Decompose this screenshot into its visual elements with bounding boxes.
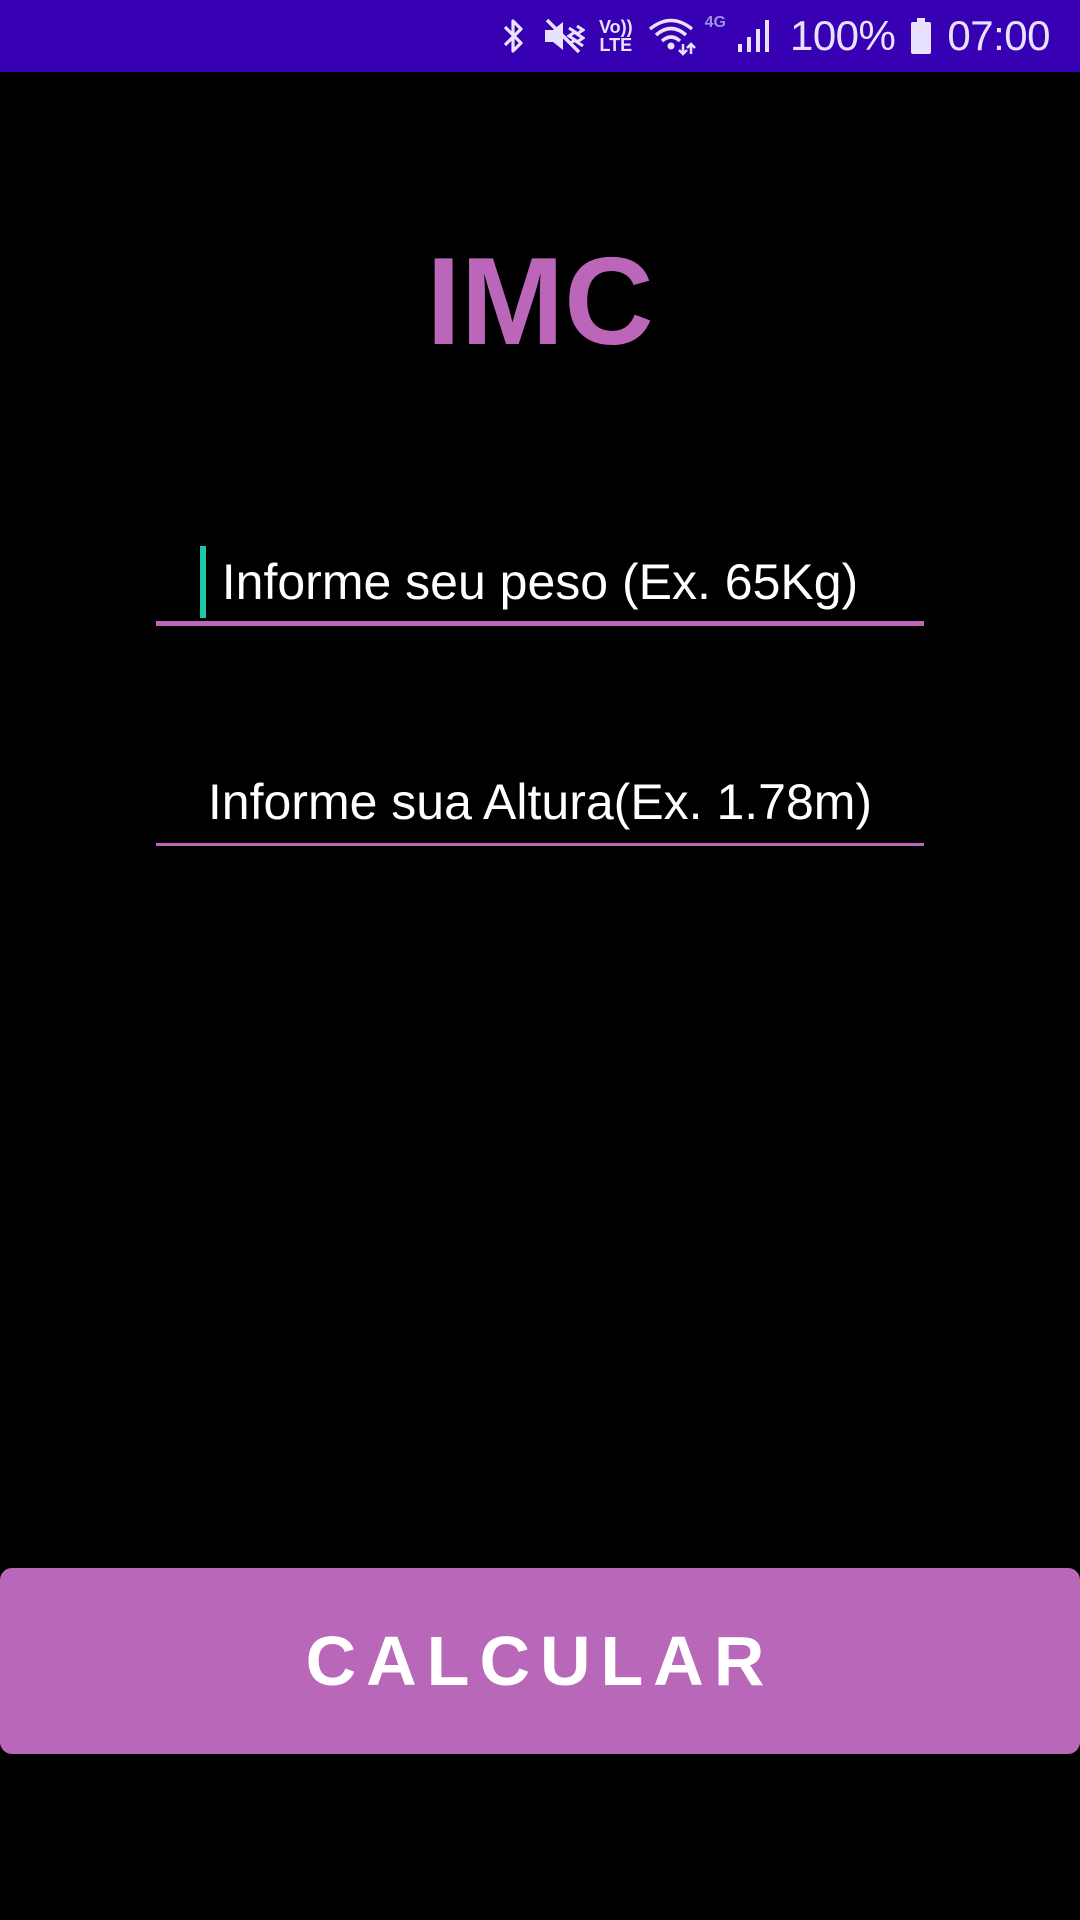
screen: Vo)) LTE 4G 100% 07:00 IMC Informe seu p… <box>0 0 1080 1920</box>
battery-icon <box>909 0 933 72</box>
calculate-button[interactable]: CALCULAR <box>0 1568 1080 1754</box>
volte-icon: Vo)) LTE <box>599 0 633 72</box>
app-title: IMC <box>426 233 654 371</box>
status-bar: Vo)) LTE 4G 100% 07:00 <box>0 0 1080 72</box>
signal-icon <box>736 0 776 72</box>
volte-bottom-label: LTE <box>599 35 633 55</box>
wifi-icon <box>647 0 697 72</box>
volte-top-label: Vo)) <box>598 17 633 37</box>
height-placeholder: Informe sua Altura(Ex. 1.78m) <box>207 774 873 830</box>
weight-placeholder: Informe seu peso (Ex. 65Kg) <box>221 554 859 610</box>
network-4g-label: 4G <box>704 14 726 31</box>
vibrate-mute-icon <box>541 0 585 72</box>
bluetooth-icon <box>501 0 527 72</box>
weight-input[interactable]: Informe seu peso (Ex. 65Kg) <box>156 546 924 626</box>
clock: 07:00 <box>947 12 1050 59</box>
height-input[interactable]: Informe sua Altura(Ex. 1.78m) <box>156 766 924 846</box>
battery-percent: 100% <box>789 12 896 59</box>
